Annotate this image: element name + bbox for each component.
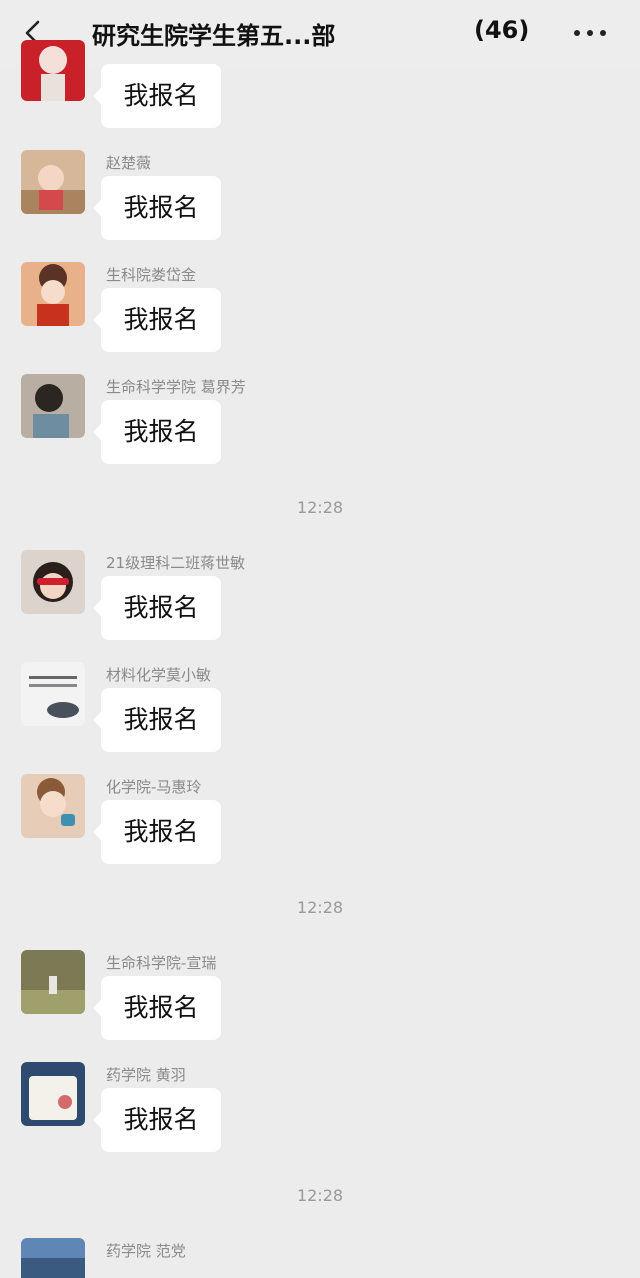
avatar[interactable] — [21, 550, 85, 614]
timestamp: 12:28 — [296, 898, 344, 917]
timestamp: 12:28 — [296, 498, 344, 517]
message-item: 21级理科二班蒋世敏 我报名 — [0, 550, 640, 662]
message-item: 生命科学院-宣瑞 我报名 — [0, 950, 640, 1062]
message-item: 化学院-马惠玲 我报名 — [0, 774, 640, 886]
more-dots-icon[interactable] — [574, 30, 608, 36]
sender-name: 药学院 黄羽 — [106, 1066, 186, 1084]
avatar[interactable] — [21, 1062, 85, 1126]
message-item: 赵楚薇 我报名 — [0, 150, 640, 262]
sender-name: 赵楚薇 — [106, 154, 152, 172]
message-bubble[interactable]: 我报名 — [93, 576, 221, 640]
avatar[interactable] — [21, 662, 85, 726]
sender-name: 生命科学院-宣瑞 — [106, 954, 217, 972]
avatar[interactable] — [21, 774, 85, 838]
avatar[interactable] — [21, 262, 85, 326]
message-item: 生命科学学院 葛界芳 我报名 — [0, 374, 640, 486]
timestamp: 12:28 — [296, 1186, 344, 1205]
sender-name: 化学院-马惠玲 — [106, 778, 202, 796]
message-bubble[interactable]: 我报名 — [93, 1088, 221, 1152]
message-item: 材料化学莫小敏 我报名 — [0, 662, 640, 774]
message-bubble[interactable]: 我报名 — [93, 176, 221, 240]
avatar[interactable] — [21, 150, 85, 214]
message-bubble[interactable]: 我报名 — [93, 288, 221, 352]
message-bubble[interactable]: 我报名 — [93, 800, 221, 864]
sender-name: 药学院 范党 — [106, 1242, 186, 1260]
message-bubble[interactable]: 我报名 — [93, 688, 221, 752]
avatar[interactable] — [21, 1238, 85, 1278]
sender-name: 21级理科二班蒋世敏 — [106, 554, 246, 572]
message-item: 药学院 黄羽 我报名 — [0, 1062, 640, 1174]
avatar[interactable] — [21, 40, 85, 101]
sender-name: 材料化学莫小敏 — [106, 666, 212, 684]
avatar[interactable] — [21, 374, 85, 438]
sender-name: 生命科学学院 葛界芳 — [106, 378, 246, 396]
member-count: (46) — [474, 16, 530, 44]
message-item: 药学院 范党 — [0, 1238, 640, 1278]
avatar[interactable] — [21, 950, 85, 1014]
message-item: 生科院娄岱金 我报名 — [0, 262, 640, 374]
message-bubble[interactable]: 我报名 — [93, 976, 221, 1040]
message-bubble[interactable]: 我报名 — [93, 400, 221, 464]
message-bubble[interactable]: 我报名 — [93, 64, 221, 128]
chat-header: 研究生院学生第五...部 (46) — [0, 0, 640, 66]
sender-name: 生科院娄岱金 — [106, 266, 197, 284]
chat-title[interactable]: 研究生院学生第五...部 — [92, 16, 335, 51]
